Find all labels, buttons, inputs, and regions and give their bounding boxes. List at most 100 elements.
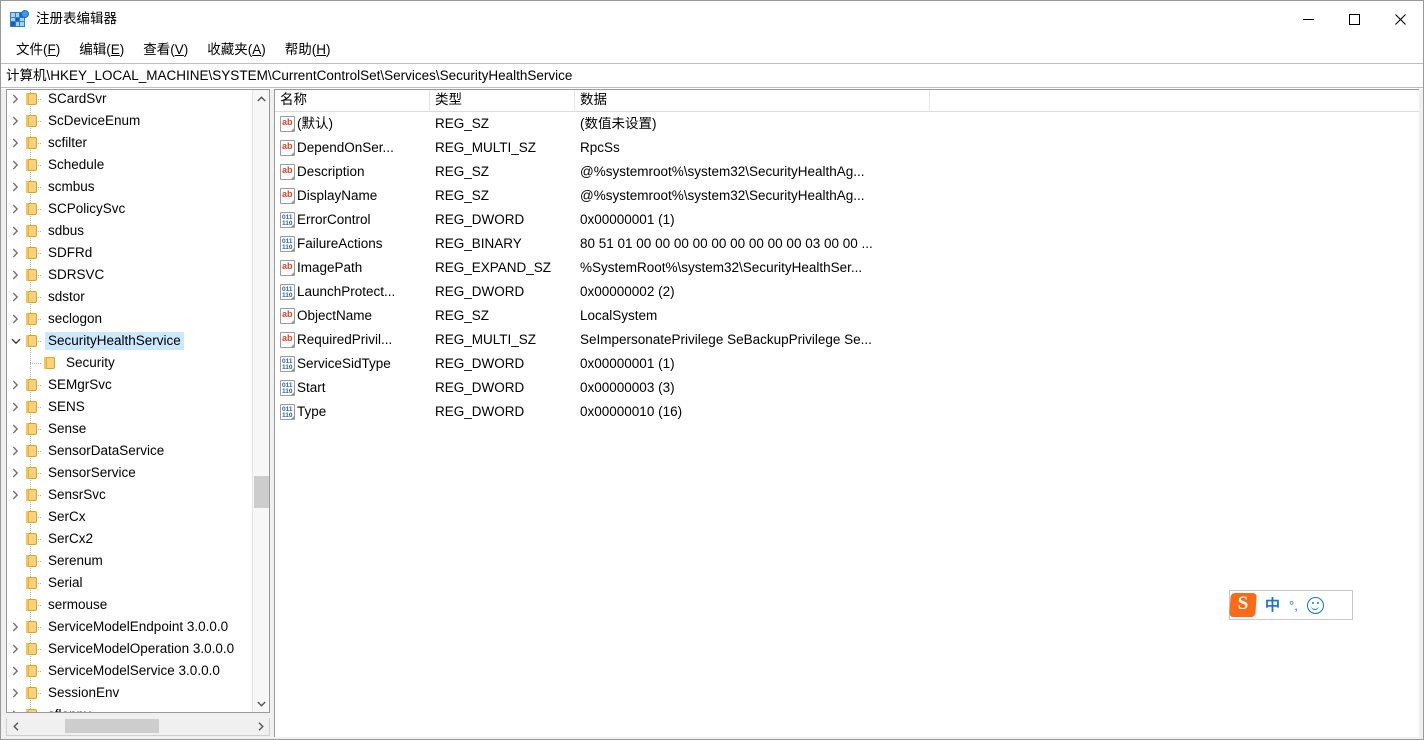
smiley-icon[interactable] — [1306, 596, 1324, 614]
scroll-up-button[interactable] — [253, 90, 269, 107]
tree-item[interactable]: Security — [7, 352, 252, 374]
chevron-right-icon[interactable] — [7, 490, 24, 500]
tree-item[interactable]: Serenum — [7, 550, 252, 572]
tree-item[interactable]: scfilter — [7, 132, 252, 154]
chevron-right-icon[interactable] — [7, 446, 24, 456]
table-row[interactable]: 011 110 Start REG_DWORD 0x00000003 (3) — [275, 376, 1419, 400]
tree-item[interactable]: seclogon — [7, 308, 252, 330]
tree-item[interactable]: SerCx2 — [7, 528, 252, 550]
tree-item[interactable]: Serial — [7, 572, 252, 594]
column-header-type[interactable]: 类型 — [430, 90, 575, 112]
tree-item-label: SensorService — [48, 464, 136, 480]
menu-view[interactable]: 查看(V) — [135, 41, 196, 59]
tree-item[interactable]: SensorDataService — [7, 440, 252, 462]
tree-item-label: SecurityHealthService — [45, 331, 184, 351]
menu-file[interactable]: 文件(F) — [8, 41, 68, 59]
table-row[interactable]: ab (默认) REG_SZ (数值未设置) — [275, 112, 1419, 136]
table-row[interactable]: 011 110 Type REG_DWORD 0x00000010 (16) — [275, 400, 1419, 424]
chevron-right-icon[interactable] — [7, 424, 24, 434]
table-row[interactable]: ab DependOnSer... REG_MULTI_SZ RpcSs — [275, 136, 1419, 160]
cell-type: REG_DWORD — [435, 284, 525, 299]
folder-icon — [24, 246, 40, 260]
chevron-right-icon[interactable] — [7, 468, 24, 478]
chevron-right-icon[interactable] — [7, 204, 24, 214]
chevron-right-icon[interactable] — [7, 666, 24, 676]
tree-item[interactable]: SensorService — [7, 462, 252, 484]
column-header-data[interactable]: 数据 — [575, 90, 930, 112]
tree-item-label: SensrSvc — [48, 486, 106, 502]
chevron-right-icon[interactable] — [7, 314, 24, 324]
tree-item[interactable]: SEMgrSvc — [7, 374, 252, 396]
tree-item[interactable]: SerCx — [7, 506, 252, 528]
sogou-logo-icon[interactable]: S — [1228, 591, 1258, 617]
table-row[interactable]: 011 110 ErrorControl REG_DWORD 0x00000001 (1… — [275, 208, 1419, 232]
chevron-right-icon[interactable] — [7, 138, 24, 148]
close-button[interactable] — [1377, 1, 1423, 37]
tree-item[interactable]: Sense — [7, 418, 252, 440]
table-row[interactable]: 011 110 FailureActions REG_BINARY 80 51 01 0… — [275, 232, 1419, 256]
tree-item[interactable]: ServiceModelEndpoint 3.0.0.0 — [7, 616, 252, 638]
menu-edit[interactable]: 编辑(E) — [71, 41, 132, 59]
tree-hscroll-thumb[interactable] — [65, 719, 159, 733]
tree-item[interactable]: SCPolicySvc — [7, 198, 252, 220]
tree-item[interactable]: ScDeviceEnum — [7, 110, 252, 132]
tree-item[interactable]: Schedule — [7, 154, 252, 176]
scroll-down-button[interactable] — [253, 695, 269, 712]
tree-item[interactable]: sdstor — [7, 286, 252, 308]
cell-name: ab DependOnSer... — [275, 139, 430, 157]
table-row[interactable]: ab ImagePath REG_EXPAND_SZ %SystemRoot%\sys… — [275, 256, 1419, 280]
tree-item[interactable]: SecurityHealthService — [7, 330, 252, 352]
chevron-right-icon[interactable] — [7, 160, 24, 170]
chevron-right-icon[interactable] — [7, 116, 24, 126]
chevron-right-icon[interactable] — [7, 644, 24, 654]
table-row[interactable]: ab Description REG_SZ @%systemroot%\system3… — [275, 160, 1419, 184]
chevron-right-icon[interactable] — [7, 94, 24, 104]
registry-path[interactable]: 计算机\HKEY_LOCAL_MACHINE\SYSTEM\CurrentCon… — [1, 69, 572, 83]
tree-vertical-scrollbar[interactable] — [252, 90, 269, 712]
menu-favorites[interactable]: 收藏夹(A) — [199, 41, 274, 59]
tree-item[interactable]: sdbus — [7, 220, 252, 242]
chevron-right-icon[interactable] — [7, 270, 24, 280]
table-row[interactable]: 011 110 LaunchProtect... REG_DWORD 0x0000000… — [275, 280, 1419, 304]
tree-item[interactable]: SCardSvr — [7, 90, 252, 110]
scroll-right-button[interactable] — [252, 718, 269, 734]
chevron-down-icon[interactable] — [7, 338, 24, 345]
table-row[interactable]: ab ObjectName REG_SZ LocalSystem — [275, 304, 1419, 328]
minimize-button[interactable] — [1285, 1, 1331, 37]
tree-item-label: Security — [66, 354, 115, 370]
tree-item[interactable]: SessionEnv — [7, 682, 252, 704]
chevron-right-icon[interactable] — [7, 182, 24, 192]
chevron-right-icon[interactable] — [7, 688, 24, 698]
registry-editor-window: 注册表编辑器 文件(F) 编辑(E) 查看(V) 收藏夹(A) 帮助(H) 计算… — [0, 0, 1424, 740]
chevron-right-icon[interactable] — [7, 622, 24, 632]
tree-scroll-thumb[interactable] — [254, 476, 269, 508]
tree-item[interactable]: SDFRd — [7, 242, 252, 264]
tree-item[interactable]: SENS — [7, 396, 252, 418]
table-row[interactable]: 011 110 ServiceSidType REG_DWORD 0x00000001 … — [275, 352, 1419, 376]
chevron-right-icon[interactable] — [7, 380, 24, 390]
scroll-left-button[interactable] — [7, 718, 24, 734]
column-header-name[interactable]: 名称 — [275, 90, 430, 112]
ime-toolbar[interactable]: S 中 °, — [1229, 590, 1353, 620]
maximize-button[interactable] — [1331, 1, 1377, 37]
menu-help[interactable]: 帮助(H) — [277, 41, 339, 59]
tree-item[interactable]: sfloppy — [7, 704, 252, 712]
tree-item[interactable]: SDRSVC — [7, 264, 252, 286]
tree-horizontal-scrollbar[interactable] — [6, 718, 270, 736]
tree-item[interactable]: sermouse — [7, 594, 252, 616]
tree-item[interactable]: scmbus — [7, 176, 252, 198]
table-row[interactable]: ab RequiredPrivil... REG_MULTI_SZ SeImperso… — [275, 328, 1419, 352]
chevron-right-icon[interactable] — [7, 226, 24, 236]
ime-punctuation-button[interactable]: °, — [1289, 599, 1298, 612]
table-row[interactable]: ab DisplayName REG_SZ @%systemroot%\system3… — [275, 184, 1419, 208]
chevron-right-icon[interactable] — [7, 710, 24, 712]
chevron-right-icon[interactable] — [7, 292, 24, 302]
address-bar[interactable]: 计算机\HKEY_LOCAL_MACHINE\SYSTEM\CurrentCon… — [1, 63, 1423, 88]
tree-item[interactable]: ServiceModelService 3.0.0.0 — [7, 660, 252, 682]
tree-item[interactable]: ServiceModelOperation 3.0.0.0 — [7, 638, 252, 660]
chevron-right-icon[interactable] — [7, 248, 24, 258]
chevron-right-icon[interactable] — [7, 402, 24, 412]
window-controls — [1285, 1, 1423, 37]
tree-item[interactable]: SensrSvc — [7, 484, 252, 506]
ime-mode-button[interactable]: 中 — [1265, 598, 1280, 613]
